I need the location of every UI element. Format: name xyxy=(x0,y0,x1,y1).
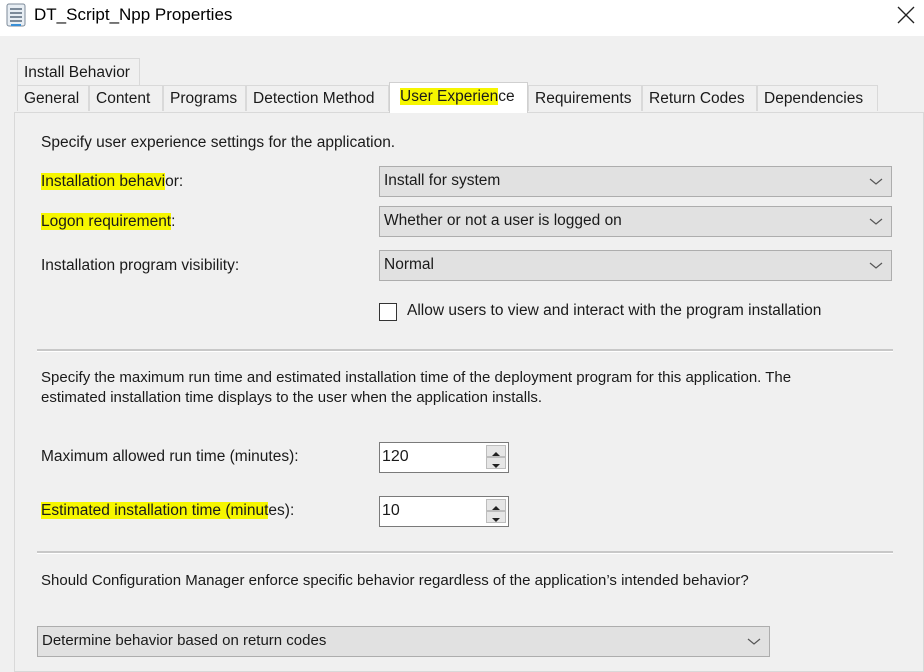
separator xyxy=(37,349,893,352)
tab-label: Dependencies xyxy=(764,90,864,107)
logon-requirement-label: Logon requirement: xyxy=(41,213,175,231)
tab-requirements[interactable]: Requirements xyxy=(528,85,642,111)
tab-label: Requirements xyxy=(535,90,632,107)
spin-down-button[interactable] xyxy=(486,457,506,469)
tab-dependencies[interactable]: Dependencies xyxy=(757,85,878,111)
allow-interact-checkbox[interactable] xyxy=(379,303,397,321)
chevron-down-icon xyxy=(869,178,883,185)
estimated-time-input[interactable] xyxy=(382,499,482,523)
tab-label: Return Codes xyxy=(649,90,745,107)
chevron-down-icon xyxy=(747,638,761,645)
properties-sheet-icon xyxy=(6,3,26,27)
max-run-time-spinner[interactable] xyxy=(379,442,509,473)
user-experience-panel: Specify user experience settings for the… xyxy=(14,112,924,672)
spin-up-button[interactable] xyxy=(486,499,506,511)
section3-question: Should Configuration Manager enforce spe… xyxy=(41,572,749,589)
tab-label-highlighted: User Experien xyxy=(400,88,499,105)
max-run-time-label: Maximum allowed run time (minutes): xyxy=(41,448,299,465)
label-highlighted: Logon requirement xyxy=(41,213,172,230)
enforce-behavior-dropdown[interactable]: Determine behavior based on return codes xyxy=(37,626,770,657)
tab-return-codes[interactable]: Return Codes xyxy=(642,85,757,111)
label-rest: or: xyxy=(165,173,184,190)
arrow-down-icon xyxy=(492,464,500,468)
close-icon[interactable] xyxy=(895,4,917,26)
dropdown-value: Whether or not a user is logged on xyxy=(384,212,622,229)
section1-intro: Specify user experience settings for the… xyxy=(41,134,396,151)
dropdown-value: Install for system xyxy=(384,172,501,189)
dropdown-value: Normal xyxy=(384,256,434,273)
section2-intro-line2: estimated installation time displays to … xyxy=(41,389,543,406)
tab-user-experience[interactable]: User Experience xyxy=(389,82,528,113)
tab-programs[interactable]: Programs xyxy=(163,85,246,111)
logon-requirement-dropdown[interactable]: Whether or not a user is logged on xyxy=(379,206,892,237)
window-title: DT_Script_Npp Properties xyxy=(34,5,233,24)
tab-label: General xyxy=(24,90,80,107)
program-visibility-label: Installation program visibility: xyxy=(41,257,240,274)
tab-detection-method[interactable]: Detection Method xyxy=(246,85,389,111)
label-highlighted: Installation behavi xyxy=(41,173,166,190)
tab-content[interactable]: Content xyxy=(89,85,163,111)
title-bar: DT_Script_Npp Properties xyxy=(0,0,924,36)
estimated-time-spinner[interactable] xyxy=(379,496,509,527)
chevron-down-icon xyxy=(869,218,883,225)
max-run-time-input[interactable] xyxy=(382,445,482,469)
allow-interact-label[interactable]: Allow users to view and interact with th… xyxy=(407,302,821,320)
program-visibility-dropdown[interactable]: Normal xyxy=(379,250,892,281)
section2-intro-line1: Specify the maximum run time and estimat… xyxy=(41,369,792,386)
tab-label: Programs xyxy=(170,90,238,107)
arrow-down-icon xyxy=(492,518,500,522)
label-rest: : xyxy=(171,213,176,230)
tab-general[interactable]: General xyxy=(17,85,89,111)
tab-label: Detection Method xyxy=(253,90,375,107)
tab-install-behavior[interactable]: Install Behavior xyxy=(17,58,140,85)
tab-label: Content xyxy=(96,90,151,107)
spin-down-button[interactable] xyxy=(486,511,506,523)
dropdown-value: Determine behavior based on return codes xyxy=(42,632,327,649)
chevron-down-icon xyxy=(869,262,883,269)
tab-label: Install Behavior xyxy=(24,64,130,81)
installation-behavior-label: Installation behavior: xyxy=(41,173,183,191)
label-highlighted: Estimated installation time (minut xyxy=(41,502,269,519)
spin-up-button[interactable] xyxy=(486,445,506,457)
label-rest: es): xyxy=(268,502,295,519)
estimated-time-label: Estimated installation time (minutes): xyxy=(41,502,294,520)
separator xyxy=(37,551,893,554)
installation-behavior-dropdown[interactable]: Install for system xyxy=(379,166,892,197)
tab-label-rest: ce xyxy=(498,88,515,105)
